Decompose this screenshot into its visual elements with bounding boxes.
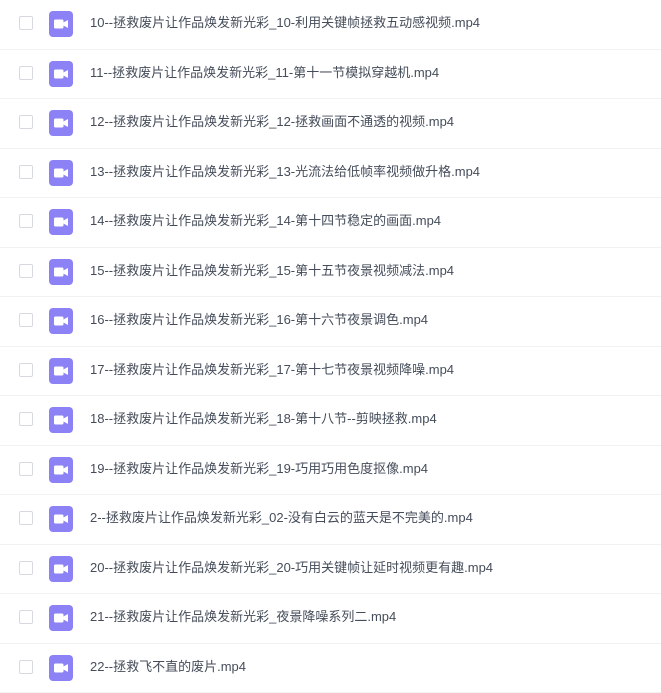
video-file-icon	[49, 407, 73, 433]
file-name[interactable]: 10--拯救废片让作品焕发新光彩_10-利用关键帧拯救五动感视频.mp4	[90, 14, 480, 32]
file-name[interactable]: 16--拯救废片让作品焕发新光彩_16-第十六节夜景调色.mp4	[90, 311, 428, 329]
file-row[interactable]: 13--拯救废片让作品焕发新光彩_13-光流法给低帧率视频做升格.mp4	[0, 149, 661, 199]
row-checkbox[interactable]	[19, 363, 33, 377]
video-file-icon	[49, 61, 73, 87]
row-checkbox[interactable]	[19, 264, 33, 278]
row-checkbox[interactable]	[19, 115, 33, 129]
row-checkbox[interactable]	[19, 165, 33, 179]
file-row[interactable]: 15--拯救废片让作品焕发新光彩_15-第十五节夜景视频减法.mp4	[0, 248, 661, 298]
video-file-icon	[49, 457, 73, 483]
video-file-icon	[49, 259, 73, 285]
file-name[interactable]: 2--拯救废片让作品焕发新光彩_02-没有白云的蓝天是不完美的.mp4	[90, 509, 473, 527]
file-row[interactable]: 14--拯救废片让作品焕发新光彩_14-第十四节稳定的画面.mp4	[0, 198, 661, 248]
video-file-icon	[49, 11, 73, 37]
video-file-icon	[49, 308, 73, 334]
file-row[interactable]: 19--拯救废片让作品焕发新光彩_19-巧用巧用色度抠像.mp4	[0, 446, 661, 496]
video-file-icon	[49, 506, 73, 532]
file-list: 10--拯救废片让作品焕发新光彩_10-利用关键帧拯救五动感视频.mp4 11-…	[0, 0, 661, 686]
file-row[interactable]: 20--拯救废片让作品焕发新光彩_20-巧用关键帧让延时视频更有趣.mp4	[0, 545, 661, 595]
file-row[interactable]: 2--拯救废片让作品焕发新光彩_02-没有白云的蓝天是不完美的.mp4	[0, 495, 661, 545]
file-row[interactable]: 12--拯救废片让作品焕发新光彩_12-拯救画面不通透的视频.mp4	[0, 99, 661, 149]
file-name[interactable]: 19--拯救废片让作品焕发新光彩_19-巧用巧用色度抠像.mp4	[90, 460, 428, 478]
row-checkbox[interactable]	[19, 214, 33, 228]
video-file-icon	[49, 605, 73, 631]
file-name[interactable]: 15--拯救废片让作品焕发新光彩_15-第十五节夜景视频减法.mp4	[90, 262, 454, 280]
row-checkbox[interactable]	[19, 511, 33, 525]
video-file-icon	[49, 556, 73, 582]
row-checkbox[interactable]	[19, 313, 33, 327]
file-name[interactable]: 11--拯救废片让作品焕发新光彩_11-第十一节模拟穿越机.mp4	[90, 64, 439, 82]
file-row[interactable]: 10--拯救废片让作品焕发新光彩_10-利用关键帧拯救五动感视频.mp4	[0, 0, 661, 50]
file-row[interactable]: 16--拯救废片让作品焕发新光彩_16-第十六节夜景调色.mp4	[0, 297, 661, 347]
video-file-icon	[49, 160, 73, 186]
file-row[interactable]: 21--拯救废片让作品焕发新光彩_夜景降噪系列二.mp4	[0, 594, 661, 644]
file-name[interactable]: 12--拯救废片让作品焕发新光彩_12-拯救画面不通透的视频.mp4	[90, 113, 454, 131]
file-name[interactable]: 21--拯救废片让作品焕发新光彩_夜景降噪系列二.mp4	[90, 608, 396, 626]
row-checkbox[interactable]	[19, 660, 33, 674]
file-name[interactable]: 20--拯救废片让作品焕发新光彩_20-巧用关键帧让延时视频更有趣.mp4	[90, 559, 493, 577]
file-name[interactable]: 22--拯救飞不直的废片.mp4	[90, 658, 246, 676]
file-row[interactable]: 18--拯救废片让作品焕发新光彩_18-第十八节--剪映拯救.mp4	[0, 396, 661, 446]
row-checkbox[interactable]	[19, 16, 33, 30]
row-checkbox[interactable]	[19, 610, 33, 624]
row-checkbox[interactable]	[19, 412, 33, 426]
video-file-icon	[49, 358, 73, 384]
row-checkbox[interactable]	[19, 561, 33, 575]
video-file-icon	[49, 110, 73, 136]
video-file-icon	[49, 655, 73, 681]
file-name[interactable]: 17--拯救废片让作品焕发新光彩_17-第十七节夜景视频降噪.mp4	[90, 361, 454, 379]
file-name[interactable]: 13--拯救废片让作品焕发新光彩_13-光流法给低帧率视频做升格.mp4	[90, 163, 480, 181]
row-checkbox[interactable]	[19, 66, 33, 80]
file-row[interactable]: 17--拯救废片让作品焕发新光彩_17-第十七节夜景视频降噪.mp4	[0, 347, 661, 397]
file-name[interactable]: 14--拯救废片让作品焕发新光彩_14-第十四节稳定的画面.mp4	[90, 212, 441, 230]
file-name[interactable]: 18--拯救废片让作品焕发新光彩_18-第十八节--剪映拯救.mp4	[90, 410, 437, 428]
file-row[interactable]: 11--拯救废片让作品焕发新光彩_11-第十一节模拟穿越机.mp4	[0, 50, 661, 100]
video-file-icon	[49, 209, 73, 235]
row-checkbox[interactable]	[19, 462, 33, 476]
